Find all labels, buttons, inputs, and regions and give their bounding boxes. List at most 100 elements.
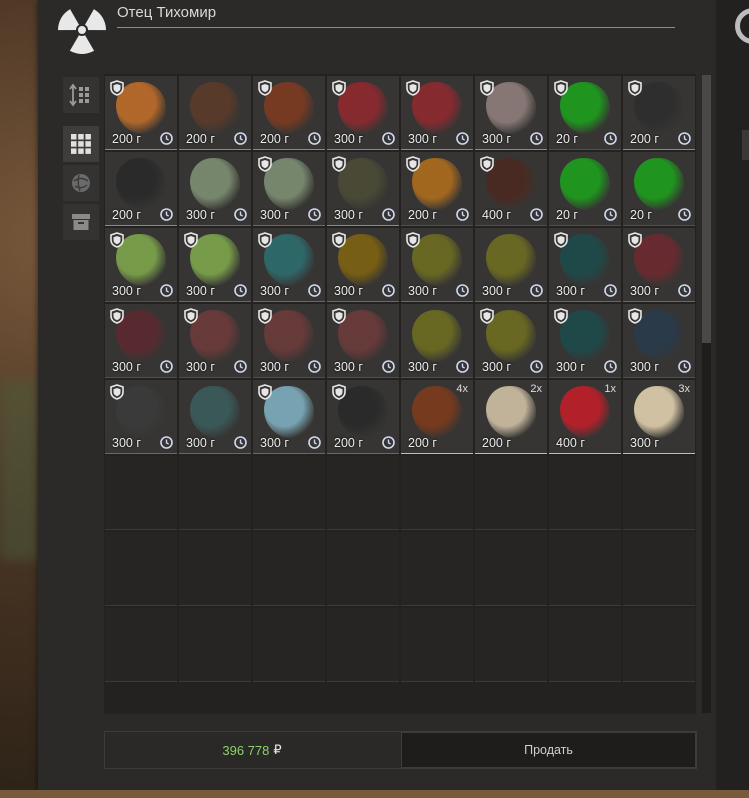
artifact-filter-button[interactable]	[63, 165, 99, 201]
timer-clock-icon	[234, 360, 247, 373]
empty-slot[interactable]	[179, 608, 251, 682]
scrollbar-thumb[interactable]	[702, 75, 711, 343]
sort-button[interactable]	[63, 77, 99, 113]
inventory-item[interactable]: 300 г	[623, 304, 695, 378]
empty-slot[interactable]	[253, 456, 325, 530]
empty-slot[interactable]	[327, 456, 399, 530]
inventory-item[interactable]: 300 г	[549, 228, 621, 302]
empty-slot[interactable]	[623, 532, 695, 606]
inventory-item[interactable]: 20 г	[623, 152, 695, 226]
protection-shield-icon	[554, 308, 568, 324]
inventory-item[interactable]: 200 г	[623, 76, 695, 150]
item-weight: 200 г	[112, 132, 141, 146]
inventory-item[interactable]: 300 г	[327, 76, 399, 150]
inventory-item[interactable]: 300 г	[327, 228, 399, 302]
inventory-item[interactable]: 300 г	[401, 304, 473, 378]
inventory-item[interactable]: 300 г	[623, 228, 695, 302]
protection-shield-icon	[110, 308, 124, 324]
empty-slot[interactable]	[623, 456, 695, 530]
inventory-item[interactable]: 20 г	[549, 76, 621, 150]
empty-slot[interactable]	[623, 608, 695, 682]
protection-shield-icon	[110, 384, 124, 400]
inventory-item[interactable]: 20 г	[549, 152, 621, 226]
timer-clock-icon	[530, 132, 543, 145]
empty-slot[interactable]	[105, 532, 177, 606]
trader-name-underline	[117, 27, 675, 28]
empty-slot[interactable]	[179, 532, 251, 606]
inventory-item[interactable]: 200 г	[105, 152, 177, 226]
empty-slot[interactable]	[549, 608, 621, 682]
inventory-item[interactable]: 300 г	[475, 228, 547, 302]
inventory-item[interactable]: 300 г	[179, 380, 251, 454]
empty-slot[interactable]	[105, 456, 177, 530]
timer-clock-icon	[308, 436, 321, 449]
item-weight: 300 г	[630, 436, 659, 450]
inventory-item[interactable]: 300 г	[253, 152, 325, 226]
inventory-item[interactable]: 300 г	[105, 304, 177, 378]
inventory-item[interactable]: 400 г	[475, 152, 547, 226]
inventory-item[interactable]: 200 г 2x	[475, 380, 547, 454]
item-weight: 300 г	[482, 360, 511, 374]
empty-slot[interactable]	[179, 456, 251, 530]
empty-slot[interactable]	[105, 608, 177, 682]
inventory-item[interactable]: 200 г	[179, 76, 251, 150]
inventory-item[interactable]: 200 г	[401, 152, 473, 226]
inventory-item[interactable]: 300 г	[401, 228, 473, 302]
empty-slot[interactable]	[549, 532, 621, 606]
empty-slot[interactable]	[475, 608, 547, 682]
protection-shield-icon	[258, 80, 272, 96]
inventory-item[interactable]: 300 г	[401, 76, 473, 150]
item-weight: 200 г	[334, 436, 363, 450]
item-weight: 200 г	[186, 132, 215, 146]
empty-slot[interactable]	[549, 456, 621, 530]
protection-shield-icon	[628, 308, 642, 324]
protection-shield-icon	[110, 232, 124, 248]
artifact-image	[634, 158, 684, 210]
inventory-item[interactable]: 300 г	[253, 380, 325, 454]
empty-slot[interactable]	[475, 532, 547, 606]
item-weight: 300 г	[186, 208, 215, 222]
protection-shield-icon	[332, 80, 346, 96]
container-filter-button[interactable]	[63, 204, 99, 240]
inventory-item[interactable]: 300 г	[327, 304, 399, 378]
inventory-item[interactable]: 200 г 4x	[401, 380, 473, 454]
inventory-item[interactable]: 300 г	[179, 304, 251, 378]
empty-slot[interactable]	[401, 608, 473, 682]
item-count: 1x	[604, 383, 616, 395]
inventory-item[interactable]: 200 г	[105, 76, 177, 150]
empty-slot[interactable]	[401, 532, 473, 606]
empty-slot[interactable]	[253, 532, 325, 606]
inventory-item[interactable]: 300 г	[253, 228, 325, 302]
timer-clock-icon	[604, 284, 617, 297]
empty-slot[interactable]	[475, 456, 547, 530]
empty-slot[interactable]	[327, 532, 399, 606]
grid-view-button[interactable]	[63, 126, 99, 162]
inventory-item[interactable]: 400 г 1x	[549, 380, 621, 454]
inventory-item[interactable]: 200 г	[327, 380, 399, 454]
inventory-item[interactable]: 300 г	[549, 304, 621, 378]
inventory-item[interactable]: 200 г	[253, 76, 325, 150]
empty-slot[interactable]	[401, 456, 473, 530]
currency-icon: ₽	[273, 742, 282, 757]
sell-button[interactable]: Продать	[401, 732, 696, 768]
timer-clock-icon	[308, 132, 321, 145]
item-weight: 300 г	[260, 436, 289, 450]
inventory-item[interactable]: 300 г	[475, 76, 547, 150]
timer-clock-icon	[530, 208, 543, 221]
inventory-item[interactable]: 300 г	[105, 380, 177, 454]
empty-slot[interactable]	[253, 608, 325, 682]
empty-slot[interactable]	[327, 608, 399, 682]
inventory-item[interactable]: 300 г 3x	[623, 380, 695, 454]
item-weight: 200 г	[260, 132, 289, 146]
inventory-item[interactable]: 300 г	[105, 228, 177, 302]
timer-clock-icon	[160, 284, 173, 297]
inventory-item[interactable]: 300 г	[179, 152, 251, 226]
artifact-image	[412, 310, 462, 362]
inventory-item[interactable]: 300 г	[475, 304, 547, 378]
inventory-item[interactable]: 300 г	[327, 152, 399, 226]
right-panel-tab[interactable]	[742, 130, 749, 160]
grid-scrollbar[interactable]	[702, 75, 711, 713]
inventory-item[interactable]: 300 г	[179, 228, 251, 302]
item-weight: 300 г	[408, 132, 437, 146]
inventory-item[interactable]: 300 г	[253, 304, 325, 378]
